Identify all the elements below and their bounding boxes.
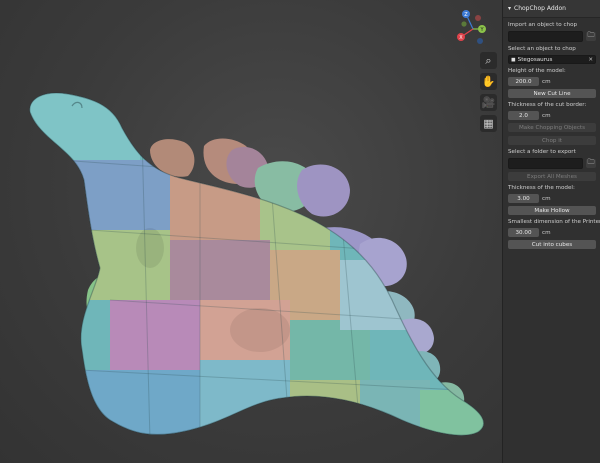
thickness-model-input[interactable]: 3.00 [508, 194, 539, 203]
export-folder-row: 🗀 [508, 158, 596, 169]
export-all-meshes-button[interactable]: Export All Meshes [508, 172, 596, 181]
viewport-toolbar: ⌕ ✋ 🎥 ▦ [480, 52, 498, 136]
height-row: 200.0 cm [508, 77, 596, 86]
chop-it-button[interactable]: Chop it [508, 136, 596, 145]
gizmo-neg-x-handle[interactable] [475, 15, 481, 21]
model-body [29, 92, 484, 436]
gizmo-z-label: Z [464, 12, 468, 18]
height-input[interactable]: 200.0 [508, 77, 539, 86]
shading-blob [136, 228, 164, 268]
new-cut-line-button[interactable]: New Cut Line [508, 89, 596, 98]
cut-into-cubes-button[interactable]: Cut into cubes [508, 240, 596, 249]
export-folder-label: Select a folder to export [508, 149, 576, 155]
gizmo-x-label: X [459, 35, 463, 41]
smallest-dimension-row: 30.00 cm [508, 228, 596, 237]
thickness-model-row: 3.00 cm [508, 194, 596, 203]
make-chopping-objects-button[interactable]: Make Chopping Objects [508, 123, 596, 132]
clear-object-icon[interactable]: ✕ [588, 57, 593, 63]
navigation-gizmo[interactable]: Z Y X [452, 8, 494, 50]
thickness-model-unit: cm [542, 195, 551, 202]
import-path-field[interactable] [508, 31, 583, 42]
import-label: Import an object to chop [508, 22, 578, 28]
panel-title: ChopChop Addon [514, 5, 566, 12]
grid-icon[interactable]: ▦ [480, 115, 497, 132]
chopchop-sidebar-panel: ▾ ChopChop Addon Import an object to cho… [502, 0, 600, 463]
object-selector[interactable]: ◼ Stegosaurus ✕ [508, 55, 596, 64]
thickness-model-label: Thickness of the model: [508, 185, 575, 191]
mesh-object-icon: ◼ [511, 56, 516, 63]
height-unit: cm [542, 78, 551, 85]
gizmo-neg-y-handle[interactable] [461, 21, 467, 27]
shading-blob [230, 308, 290, 352]
make-hollow-button[interactable]: Make Hollow [508, 206, 596, 215]
camera-icon[interactable]: 🎥 [480, 94, 497, 111]
thickness-border-label: Thickness of the cut border: [508, 102, 587, 108]
thickness-border-input[interactable]: 2.0 [508, 111, 539, 120]
thickness-border-row: 2.0 cm [508, 111, 596, 120]
height-label: Height of the model: [508, 68, 566, 74]
stegosaurus-model[interactable] [0, 0, 502, 463]
pan-hand-icon[interactable]: ✋ [480, 73, 497, 90]
smallest-dimension-unit: cm [542, 229, 551, 236]
thickness-border-unit: cm [542, 112, 551, 119]
select-object-label: Select an object to chop [508, 46, 576, 52]
smallest-dimension-input[interactable]: 30.00 [508, 228, 539, 237]
folder-icon[interactable]: 🗀 [586, 158, 596, 168]
chevron-down-icon[interactable]: ▾ [508, 5, 511, 12]
3d-viewport[interactable]: Z Y X ⌕ ✋ 🎥 ▦ [0, 0, 502, 463]
gizmo-neg-z-handle[interactable] [477, 38, 483, 44]
panel-header[interactable]: ▾ ChopChop Addon [503, 0, 600, 18]
selected-object-name: Stegosaurus [517, 56, 553, 63]
export-folder-field[interactable] [508, 158, 583, 169]
smallest-dimension-label: Smallest dimension of the Printer: [508, 219, 600, 225]
import-row: 🗀 [508, 31, 596, 42]
select-object-row: ◼ Stegosaurus ✕ [508, 55, 596, 64]
zoom-icon[interactable]: ⌕ [480, 52, 497, 69]
folder-icon[interactable]: 🗀 [586, 31, 596, 41]
